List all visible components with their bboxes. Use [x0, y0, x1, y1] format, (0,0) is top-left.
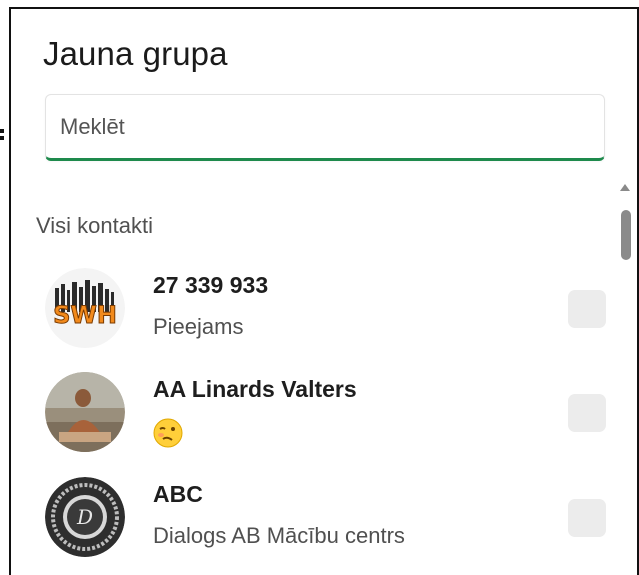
- swh-logo-avatar: SWH: [45, 268, 125, 348]
- contact-item[interactable]: AA Linards Valters: [36, 372, 616, 472]
- contact-status: Pieejams: [153, 314, 244, 339]
- contact-name: AA Linards Valters: [153, 376, 357, 402]
- svg-text:D: D: [76, 505, 93, 529]
- dialogs-logo-avatar: D: [45, 477, 125, 557]
- search-input[interactable]: [46, 95, 604, 158]
- scroll-up-icon[interactable]: [620, 184, 630, 191]
- select-checkbox[interactable]: [568, 499, 606, 537]
- contact-item[interactable]: SWH 27 339 933 Pieejams: [36, 268, 616, 368]
- svg-text:SWH: SWH: [53, 301, 117, 329]
- contact-name: 27 339 933: [153, 272, 269, 298]
- photo-avatar: [45, 372, 125, 452]
- select-checkbox[interactable]: [568, 290, 606, 328]
- contact-list-scrollbar[interactable]: [614, 180, 636, 575]
- background-glyph: [0, 126, 10, 142]
- dialog-title: Jauna grupa: [43, 35, 228, 72]
- contact-item[interactable]: D ABC Dialogs AB Mācību centrs: [36, 477, 616, 575]
- contact-status: Dialogs AB Mācību centrs: [153, 523, 405, 548]
- select-checkbox[interactable]: [568, 394, 606, 432]
- search-field[interactable]: [45, 94, 605, 161]
- new-group-dialog: Jauna grupa Visi kontakti SWH 27 339 933…: [11, 9, 637, 575]
- contact-name: ABC: [153, 481, 203, 507]
- woozy-face-emoji-icon: [153, 418, 183, 448]
- scroll-thumb[interactable]: [621, 210, 631, 260]
- all-contacts-label: Visi kontakti: [36, 213, 153, 238]
